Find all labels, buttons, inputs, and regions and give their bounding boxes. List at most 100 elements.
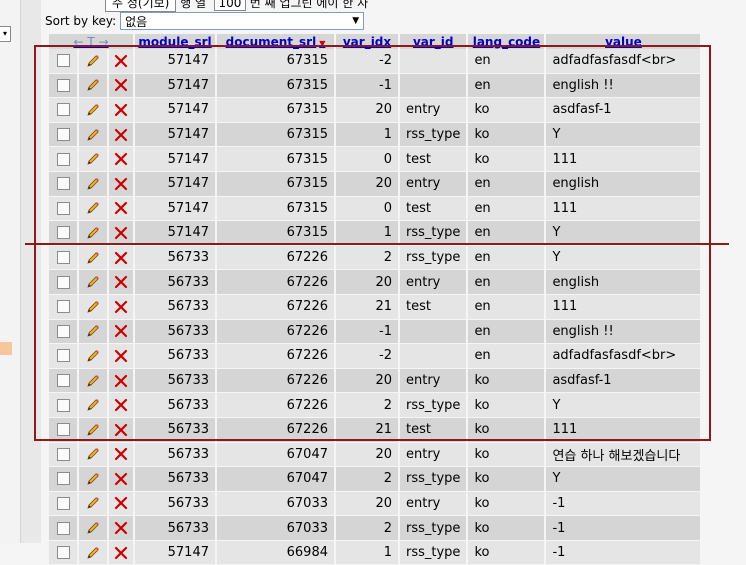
delete-row-button[interactable] — [109, 516, 133, 541]
column-move-arrows-icon[interactable]: ← T → — [73, 35, 108, 49]
edit-row-button[interactable] — [79, 491, 107, 517]
cell-var-idx: 1 — [336, 122, 398, 148]
row-checkbox[interactable] — [56, 521, 70, 535]
delete-row-button[interactable] — [109, 98, 133, 123]
row-checkbox-cell — [49, 491, 77, 517]
row-checkbox[interactable] — [56, 275, 70, 289]
delete-row-button[interactable] — [109, 73, 133, 99]
sort-by-select[interactable]: 없음 ▼ — [120, 12, 365, 30]
header-value[interactable]: value — [546, 34, 701, 49]
edit-row-button[interactable] — [79, 442, 107, 468]
edit-row-button[interactable] — [79, 245, 107, 271]
delete-row-button[interactable] — [109, 171, 133, 197]
cell-var-idx: 2 — [336, 516, 398, 541]
delete-row-button[interactable] — [109, 442, 133, 468]
delete-row-button[interactable] — [109, 319, 133, 345]
edit-row-button[interactable] — [79, 122, 107, 148]
delete-row-button[interactable] — [109, 467, 133, 492]
row-checkbox[interactable] — [56, 300, 70, 314]
edit-row-button[interactable] — [79, 73, 107, 99]
edit-row-button[interactable] — [79, 368, 107, 394]
row-checkbox[interactable] — [56, 128, 70, 142]
sort-desc-arrow-icon[interactable]: ▼ — [319, 39, 325, 48]
left-dropdown-arrow-icon[interactable]: ▾ — [0, 26, 11, 42]
edit-row-button[interactable] — [79, 344, 107, 369]
row-checkbox[interactable] — [56, 546, 70, 560]
row-checkbox[interactable] — [56, 496, 70, 510]
edit-row-button[interactable] — [79, 49, 107, 74]
row-checkbox[interactable] — [56, 398, 70, 412]
delete-x-icon — [109, 54, 133, 68]
header-var-idx[interactable]: var_idx — [336, 34, 398, 49]
top-num-input[interactable]: 100 — [213, 0, 246, 11]
delete-row-button[interactable] — [109, 540, 133, 565]
row-checkbox[interactable] — [56, 324, 70, 338]
edit-row-button[interactable] — [79, 319, 107, 345]
cell-document-srl: 67226 — [217, 294, 334, 320]
table-row: 56733 67226 -1 en english !! — [49, 319, 701, 345]
edit-row-button[interactable] — [79, 417, 107, 443]
edit-row-button[interactable] — [79, 393, 107, 418]
edit-row-button[interactable] — [79, 294, 107, 320]
cell-value: Y — [546, 122, 701, 148]
delete-row-button[interactable] — [109, 368, 133, 394]
edit-row-button[interactable] — [79, 467, 107, 492]
row-checkbox[interactable] — [56, 226, 70, 240]
header-var-idx-label[interactable]: var_idx — [343, 35, 391, 49]
delete-row-button[interactable] — [109, 344, 133, 369]
edit-row-button[interactable] — [79, 147, 107, 172]
delete-row-button[interactable] — [109, 147, 133, 172]
cell-module-srl: 56733 — [135, 491, 215, 517]
row-checkbox[interactable] — [56, 78, 70, 92]
cell-value: adfadfasfasdf<br> — [546, 49, 701, 74]
row-checkbox[interactable] — [56, 374, 70, 388]
table-row: 56733 67226 20 entry en english — [49, 270, 701, 295]
header-lang-code[interactable]: lang_code — [468, 34, 545, 49]
header-lang-code-label[interactable]: lang_code — [473, 35, 540, 49]
edit-row-button[interactable] — [79, 221, 107, 246]
delete-row-button[interactable] — [109, 49, 133, 74]
row-checkbox[interactable] — [56, 103, 70, 117]
row-checkbox[interactable] — [56, 54, 70, 68]
row-checkbox[interactable] — [56, 423, 70, 437]
delete-x-icon — [109, 275, 133, 289]
delete-row-button[interactable] — [109, 491, 133, 517]
cell-var-id: rss_type — [400, 467, 467, 492]
row-checkbox[interactable] — [56, 472, 70, 486]
row-checkbox-cell — [49, 467, 77, 492]
row-checkbox[interactable] — [56, 152, 70, 166]
edit-row-button[interactable] — [79, 98, 107, 123]
row-checkbox-cell — [49, 319, 77, 345]
cell-value: english — [546, 270, 701, 295]
row-checkbox[interactable] — [56, 447, 70, 461]
delete-row-button[interactable] — [109, 393, 133, 418]
delete-row-button[interactable] — [109, 294, 133, 320]
cell-document-srl: 66984 — [217, 540, 334, 565]
row-checkbox[interactable] — [56, 177, 70, 191]
header-var-id[interactable]: var_id — [400, 34, 467, 49]
edit-row-button[interactable] — [79, 270, 107, 295]
dropdown-arrow-icon: ▼ — [352, 16, 360, 26]
header-var-id-label[interactable]: var_id — [413, 35, 454, 49]
row-checkbox[interactable] — [56, 201, 70, 215]
top-text-2: 번 째 업그린 에이 한 자 — [249, 0, 369, 10]
header-module-srl[interactable]: module_srl — [135, 34, 215, 49]
edit-row-button[interactable] — [79, 540, 107, 565]
delete-row-button[interactable] — [109, 270, 133, 295]
delete-row-button[interactable] — [109, 221, 133, 246]
header-document-srl[interactable]: document_srl ▼ — [217, 34, 334, 49]
delete-row-button[interactable] — [109, 245, 133, 271]
header-value-label[interactable]: value — [605, 35, 642, 49]
edit-row-button[interactable] — [79, 196, 107, 222]
edit-row-button[interactable] — [79, 171, 107, 197]
delete-row-button[interactable] — [109, 122, 133, 148]
row-checkbox[interactable] — [56, 349, 70, 363]
row-checkbox-cell — [49, 516, 77, 541]
delete-row-button[interactable] — [109, 417, 133, 443]
header-document-srl-label[interactable]: document_srl — [226, 35, 317, 49]
delete-row-button[interactable] — [109, 196, 133, 222]
row-checkbox[interactable] — [56, 251, 70, 265]
edit-row-button[interactable] — [79, 516, 107, 541]
header-module-srl-label[interactable]: module_srl — [138, 35, 211, 49]
pencil-icon — [79, 323, 107, 339]
